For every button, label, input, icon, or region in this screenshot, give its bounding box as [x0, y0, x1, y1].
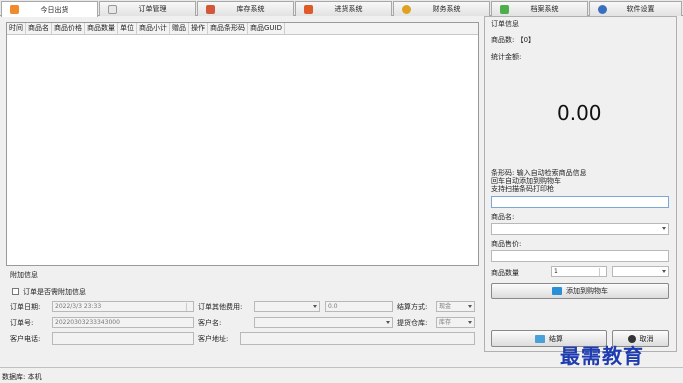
- order-date-picker[interactable]: 2022/3/3 23:33: [52, 301, 194, 312]
- column-header[interactable]: 时间: [7, 23, 26, 34]
- tab-settings[interactable]: 软件设置: [589, 1, 682, 16]
- order-date-value: 2022/3/3 23:33: [55, 303, 102, 310]
- watermark: 最需教育: [560, 344, 644, 368]
- qty-spinner-icon[interactable]: [599, 268, 605, 276]
- tab-label: 软件设置: [626, 5, 655, 13]
- customer-phone-input[interactable]: [52, 332, 194, 345]
- grid-header: 时间 商品名 商品价格 商品数量 单位 商品小计 赠品 操作 商品条形码 商品G…: [7, 23, 478, 35]
- checkbox-label: 订单是否需附加信息: [23, 288, 86, 296]
- tab-label: 订单管理: [138, 5, 167, 13]
- order-no-value: 20220303233343000: [55, 319, 120, 326]
- settle-method-select[interactable]: 现金: [436, 301, 475, 312]
- barcode-input[interactable]: [491, 196, 669, 208]
- add-to-cart-button[interactable]: 添加到购物车: [491, 283, 669, 299]
- add-to-cart-label: 添加到购物车: [566, 287, 608, 295]
- column-header[interactable]: 单位: [118, 23, 137, 34]
- customer-name-select[interactable]: [254, 317, 393, 328]
- product-qty-stepper[interactable]: 1: [551, 266, 607, 277]
- settle-method-value: 现金: [439, 303, 452, 310]
- customer-address-input[interactable]: [240, 332, 475, 345]
- magnifier-icon: [402, 5, 411, 14]
- inventory-icon: [206, 5, 215, 14]
- barcode-hint-line: 支持扫描条码打印枪: [491, 185, 554, 193]
- status-bar: 数据库: 本机: [0, 367, 683, 383]
- pickup-warehouse-select[interactable]: 库存: [436, 317, 475, 328]
- total-amount-label: 统计金额:: [491, 53, 522, 61]
- product-price-label: 商品售价:: [491, 240, 522, 248]
- other-fee-type-select[interactable]: [254, 301, 320, 312]
- order-doc-icon: [108, 5, 117, 14]
- panel-title: 订单信息: [491, 20, 519, 28]
- product-count: 商品数: 【0】: [491, 36, 536, 44]
- order-info-panel: 订单信息 商品数: 【0】 统计金额: 0.00 条形码: 输入自动检索商品信息…: [484, 16, 677, 352]
- order-date-label: 订单日期:: [10, 303, 41, 311]
- extra-info-section: 附加信息 订单是否需附加信息 订单日期: 2022/3/3 23:33 订单其他…: [6, 270, 479, 350]
- chevron-down-icon: [468, 321, 472, 324]
- other-fee-value: 0.0: [328, 303, 338, 310]
- order-no-label: 订单号:: [10, 319, 34, 327]
- orange-box-icon: [10, 5, 19, 14]
- tab-label: 档案系统: [530, 5, 559, 13]
- fire-bottle-icon: [304, 5, 313, 14]
- settle-icon: [535, 334, 545, 343]
- unit-select[interactable]: [612, 266, 669, 277]
- tab-label: 进货系统: [334, 5, 363, 13]
- pickup-warehouse-label: 提货仓库:: [397, 319, 428, 327]
- pickup-warehouse-value: 库存: [439, 319, 452, 326]
- chevron-down-icon: [662, 270, 666, 273]
- order-other-fee-label: 订单其他费用:: [198, 303, 243, 311]
- date-spinner-icon[interactable]: [186, 303, 192, 311]
- product-qty-label: 商品数量: [491, 269, 519, 277]
- tab-purchasing[interactable]: 进货系统: [295, 1, 392, 16]
- tab-finance[interactable]: 财务系统: [393, 1, 490, 16]
- customer-name-label: 客户名:: [198, 319, 222, 327]
- product-name-label: 商品名:: [491, 213, 515, 221]
- column-header[interactable]: 商品价格: [52, 23, 85, 34]
- chevron-down-icon: [468, 305, 472, 308]
- chevron-down-icon: [662, 227, 666, 230]
- column-header[interactable]: 商品GUID: [248, 23, 286, 34]
- tab-archive[interactable]: 档案系统: [491, 1, 588, 16]
- product-price-input[interactable]: [491, 250, 669, 262]
- tab-label: 今日出货: [40, 5, 69, 14]
- total-amount-value: 0.00: [557, 101, 602, 125]
- archive-icon: [500, 5, 509, 14]
- column-header[interactable]: 商品小计: [137, 23, 170, 34]
- product-name-select[interactable]: [491, 223, 669, 235]
- column-header[interactable]: 商品条形码: [208, 23, 248, 34]
- order-items-grid[interactable]: 时间 商品名 商品价格 商品数量 单位 商品小计 赠品 操作 商品条形码 商品G…: [6, 22, 479, 266]
- column-header[interactable]: 商品数量: [85, 23, 118, 34]
- customer-phone-label: 客户电话:: [10, 335, 41, 343]
- product-qty-value: 1: [554, 268, 558, 275]
- tab-inventory[interactable]: 库存系统: [197, 1, 294, 16]
- gear-icon: [598, 5, 607, 14]
- column-header[interactable]: 赠品: [170, 23, 189, 34]
- order-no-input[interactable]: 20220303233343000: [52, 317, 194, 328]
- settle-method-label: 结算方式:: [397, 303, 428, 311]
- chevron-down-icon: [386, 321, 390, 324]
- chevron-down-icon: [313, 305, 317, 308]
- tab-label: 财务系统: [432, 5, 461, 13]
- tab-today-shipping[interactable]: 今日出货: [1, 1, 98, 17]
- column-header[interactable]: 操作: [189, 23, 208, 34]
- extra-info-checkbox[interactable]: [12, 288, 19, 295]
- other-fee-input[interactable]: 0.0: [325, 301, 393, 312]
- cart-icon: [552, 287, 562, 295]
- database-status: 数据库: 本机: [2, 373, 42, 381]
- tab-order-management[interactable]: 订单管理: [99, 1, 196, 16]
- section-title: 附加信息: [10, 271, 38, 279]
- column-header[interactable]: 商品名: [26, 23, 52, 34]
- tab-label: 库存系统: [236, 5, 265, 13]
- customer-address-label: 客户地址:: [198, 335, 229, 343]
- tab-bar: 今日出货 订单管理 库存系统 进货系统 财务系统 档案系统 软件设置: [0, 0, 683, 17]
